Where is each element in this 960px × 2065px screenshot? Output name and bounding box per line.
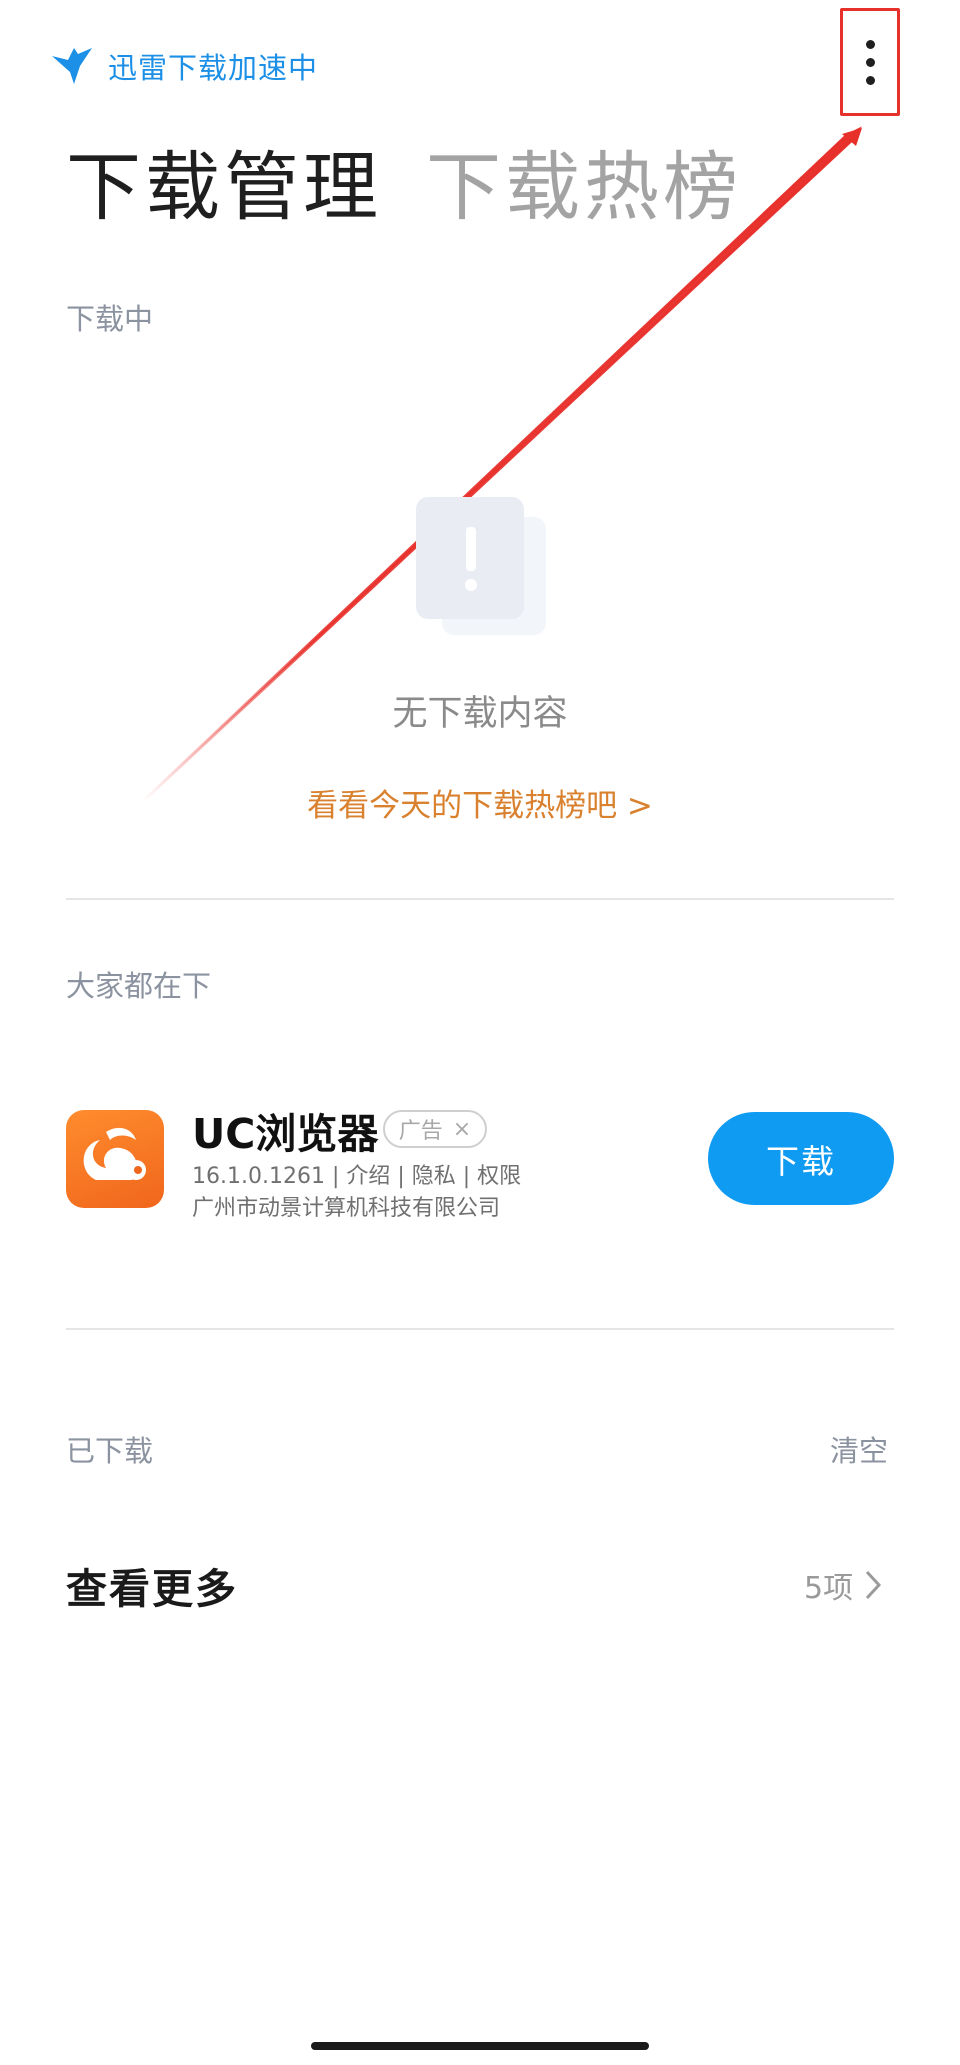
see-more-button[interactable]: 查看更多 [66,1555,238,1615]
chevron-right-icon [865,1570,882,1600]
download-button[interactable]: 下载 [708,1112,894,1205]
tab-download-hot-list[interactable]: 下载热榜 [426,150,742,225]
downloaded-count: 5项 [804,1571,854,1606]
hot-list-link[interactable]: 看看今天的下载热榜吧 > [0,780,960,825]
see-more-count[interactable]: 5项 [804,1563,882,1607]
tab-bar: 下载管理 下载热榜 [66,150,742,225]
divider [66,1328,894,1330]
ad-badge-label: 广告 [398,1119,443,1144]
popular-section-label: 大家都在下 [66,969,212,1003]
downloaded-section-label: 已下载 [66,1434,154,1468]
app-meta[interactable]: 16.1.0.1261 | 介绍 | 隐私 | 权限 [192,1158,521,1190]
tab-download-manager[interactable]: 下载管理 [66,150,382,225]
close-icon[interactable]: × [453,1117,471,1142]
app-company: 广州市动景计算机科技有限公司 [192,1196,501,1221]
uc-browser-squirrel-icon[interactable] [66,1110,164,1208]
app-name[interactable]: UC浏览器 [192,1100,378,1160]
ad-badge: 广告 × [383,1110,487,1148]
warning-card-icon [416,497,546,635]
home-indicator[interactable] [311,2042,649,2050]
empty-state-text: 无下载内容 [392,694,568,734]
clear-button[interactable]: 清空 [830,1428,888,1470]
divider [66,898,894,900]
downloading-section-label: 下载中 [66,302,154,336]
